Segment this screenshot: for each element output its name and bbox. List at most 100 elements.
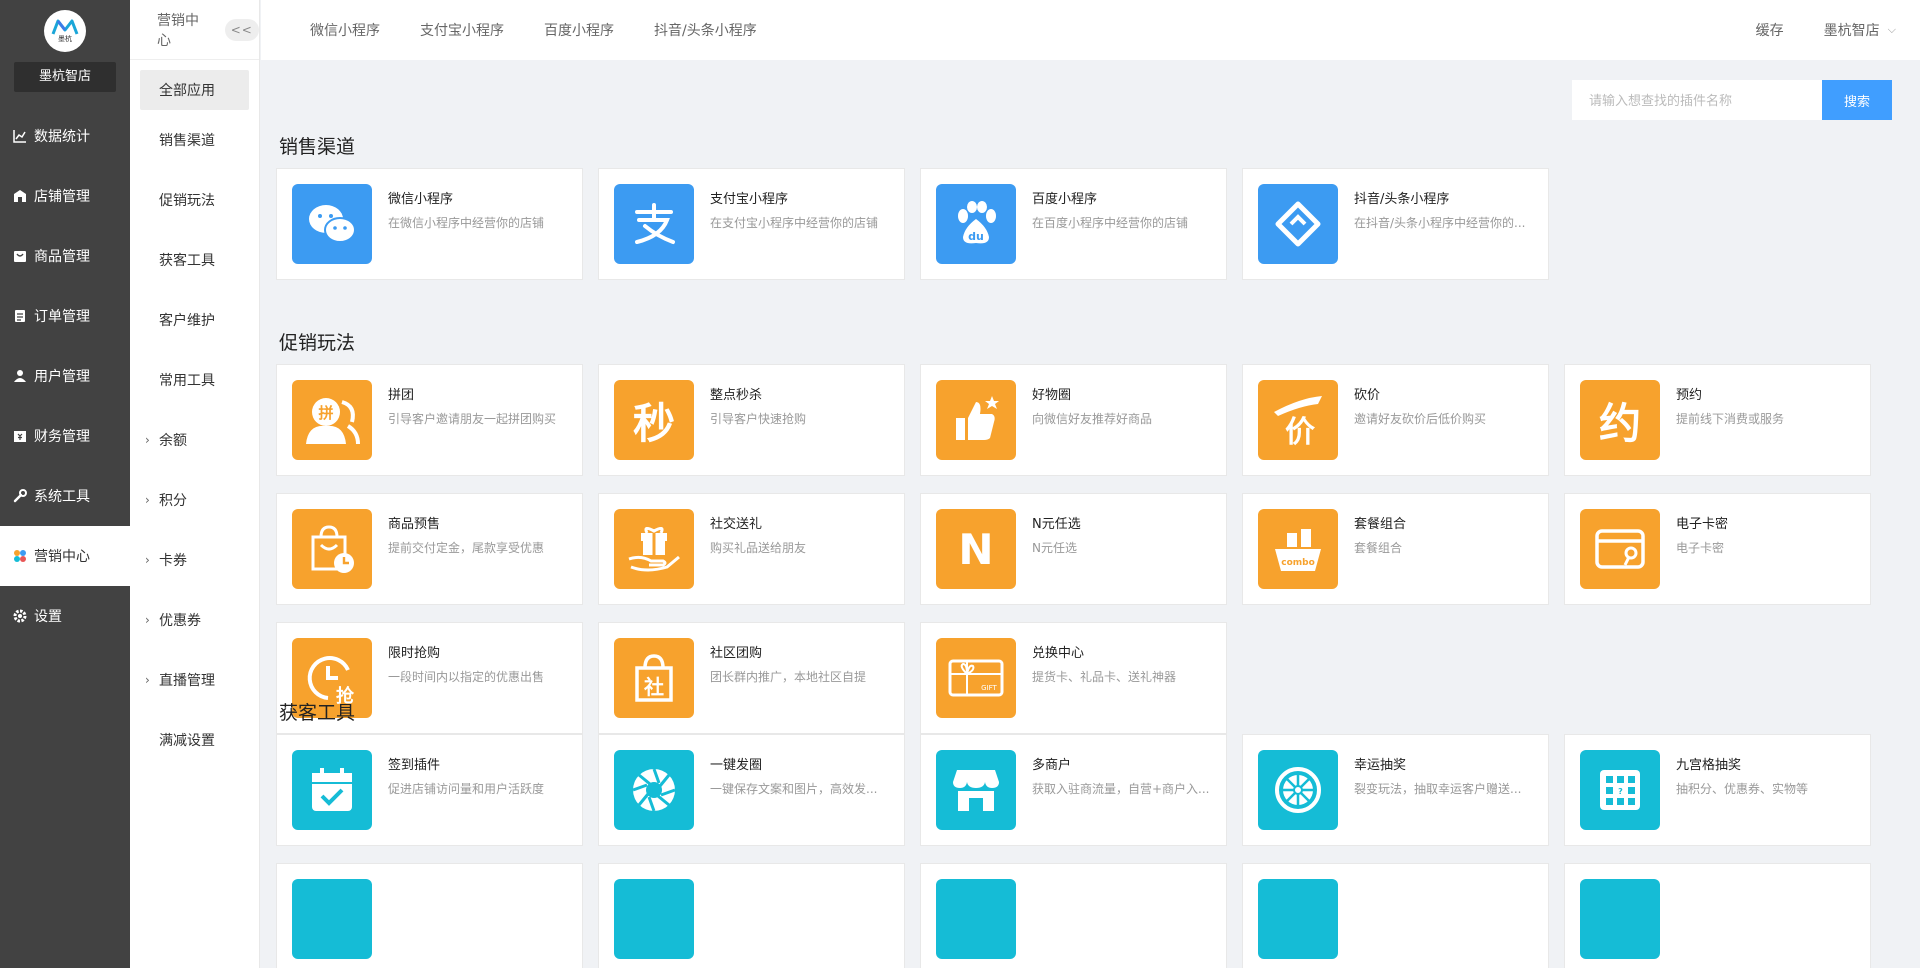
plugin-card-good-circle[interactable]: 好物圈向微信好友推荐好商品: [920, 364, 1227, 476]
chevron-right-icon: ›: [145, 553, 150, 567]
plugin-card-group-buy[interactable]: 拼 拼团 引导客户邀请朋友一起拼团购买: [276, 364, 583, 476]
plugin-card-combo[interactable]: combo 套餐组合 套餐组合: [1242, 493, 1549, 605]
svg-text:社: 社: [643, 675, 664, 699]
subnav-item-all-apps[interactable]: 全部应用: [140, 70, 249, 110]
acquire-grid: 签到插件 促进店铺访问量和用户活跃度 一键发圈 一键保存文案和图片，高效发... 多…: [276, 734, 1871, 968]
main-sidebar: 墨杭 墨杭智店 数据统计 店铺管理 商品管理 订单管理 用户管理 财务管理 系统…: [0, 0, 130, 968]
promo-grid: 拼 拼团 引导客户邀请朋友一起拼团购买 秒 整点秒杀 引导客户快速抢购 好物圈向微信…: [276, 364, 1871, 734]
flash-sale-icon: 秒: [614, 380, 694, 460]
plugin-card-partial[interactable]: [276, 863, 583, 968]
subnav-item-live[interactable]: › 直播管理: [130, 650, 259, 710]
cache-button[interactable]: 缓存: [1756, 20, 1784, 40]
menu-item-shop[interactable]: 店铺管理: [0, 166, 130, 226]
plugin-card-flash-sale[interactable]: 秒 整点秒杀 引导客户快速抢购: [598, 364, 905, 476]
plugin-card-reservation[interactable]: 约 预约 提前线下消费或服务: [1564, 364, 1871, 476]
plugin-card-partial[interactable]: [1564, 863, 1871, 968]
plugin-card-community-buy[interactable]: 社 社区团购 团长群内推广，本地社区自提: [598, 622, 905, 734]
card-desc: 在微信小程序中经营你的店铺: [388, 216, 545, 230]
chevron-down-icon[interactable]: ⌵: [1888, 23, 1896, 37]
card-desc: 提前交付定金，尾款享受优惠: [388, 541, 545, 555]
plugin-card-n-choice[interactable]: N N元任选 N元任选: [920, 493, 1227, 605]
card-desc: 邀请好友砍价后低价购买: [1354, 412, 1487, 426]
plugin-card-wechat[interactable]: 微信小程序 在微信小程序中经营你的店铺: [276, 168, 583, 280]
plugin-card-douyin[interactable]: 抖音/头条小程序 在抖音/头条小程序中经营你的...: [1242, 168, 1549, 280]
logo-text: 墨杭: [58, 35, 72, 43]
menu-label: 系统工具: [34, 489, 90, 505]
menu-label: 店铺管理: [34, 189, 90, 205]
sub-navigation: 营销中心 << 全部应用 销售渠道 促销玩法 获客工具 客户维护 常用工具 › 余…: [130, 0, 260, 968]
card-name: 幸运抽奖: [1354, 758, 1407, 773]
card-name: N元任选: [1032, 517, 1081, 532]
menu-item-marketing[interactable]: 营销中心: [0, 526, 130, 586]
menu-item-orders[interactable]: 订单管理: [0, 286, 130, 346]
subnav-item-cards[interactable]: › 卡券: [130, 530, 259, 590]
plugin-card-partial[interactable]: [598, 863, 905, 968]
search-input[interactable]: [1572, 80, 1822, 120]
card-desc: 促进店铺访问量和用户活跃度: [388, 782, 545, 796]
menu-item-settings[interactable]: 设置: [0, 586, 130, 646]
main-content: 搜索 销售渠道 微信小程序在微信小程序中经营你的店铺 支付宝小程序在支付宝小程序…: [261, 60, 1920, 968]
subnav-item-promotion[interactable]: 促销玩法: [130, 170, 259, 230]
plugin-card-baidu[interactable]: du 百度小程序 在百度小程序中经营你的店铺: [920, 168, 1227, 280]
search-button[interactable]: 搜索: [1822, 80, 1892, 120]
card-desc: 向微信好友推荐好商品: [1032, 412, 1153, 426]
logo[interactable]: 墨杭: [44, 10, 86, 52]
card-name: 一键发圈: [710, 758, 763, 773]
plugin-card-alipay[interactable]: 支付宝小程序 在支付宝小程序中经营你的店铺: [598, 168, 905, 280]
plugin-card-lucky-draw[interactable]: 幸运抽奖 裂变玩法，抽取幸运客户赠送...: [1242, 734, 1549, 846]
plugin-card-multi-merchant[interactable]: 多商户 获取入驻商流量，自营+商户入...: [920, 734, 1227, 846]
menu-item-tools[interactable]: 系统工具: [0, 466, 130, 526]
plugin-card-partial[interactable]: [920, 863, 1227, 968]
plugin-card-presale[interactable]: 商品预售 提前交付定金，尾款享受优惠: [276, 493, 583, 605]
card-name: 九宫格抽奖: [1676, 758, 1742, 773]
channels-grid: 微信小程序 在微信小程序中经营你的店铺 支付宝小程序 在支付宝小程序中经营你的店铺 …: [276, 168, 1871, 280]
subnav-title: 营销中心: [157, 12, 199, 49]
plugin-icon: [292, 879, 372, 959]
plugin-card-grid-lottery[interactable]: ? 九宫格抽奖 抽积分、优惠券、实物等: [1564, 734, 1871, 846]
svg-text:GIFT: GIFT: [981, 684, 997, 692]
svg-text:du: du: [968, 230, 984, 243]
user-icon: [12, 368, 28, 384]
plugin-card-checkin[interactable]: 签到插件 促进店铺访问量和用户活跃度: [276, 734, 583, 846]
plugin-card-partial[interactable]: [1242, 863, 1549, 968]
subnav-item-balance[interactable]: › 余额: [130, 410, 259, 470]
thumbs-up-icon: [936, 380, 1016, 460]
tab-baidu[interactable]: 百度小程序: [544, 20, 614, 40]
section-title-promo: 促销玩法: [279, 332, 356, 354]
gift-card-icon: GIFT: [936, 638, 1016, 718]
gear-icon: [12, 608, 28, 624]
card-name: 社交送礼: [710, 517, 763, 532]
subnav-item-common-tools[interactable]: 常用工具: [130, 350, 259, 410]
menu-item-users[interactable]: 用户管理: [0, 346, 130, 406]
menu-item-goods[interactable]: 商品管理: [0, 226, 130, 286]
card-name: 电子卡密: [1676, 517, 1729, 532]
plugin-card-ecard[interactable]: 电子卡密 电子卡密: [1564, 493, 1871, 605]
wrench-icon: [12, 488, 28, 504]
plugin-icon: [1580, 879, 1660, 959]
shop-name[interactable]: 墨杭智店: [14, 62, 116, 92]
card-name: 社区团购: [710, 646, 763, 661]
subnav-item-full-reduction[interactable]: 满减设置: [130, 710, 259, 770]
subnav-item-customer-care[interactable]: 客户维护: [130, 290, 259, 350]
plugin-icon: [936, 879, 1016, 959]
chevron-right-icon: ›: [145, 493, 150, 507]
tab-alipay[interactable]: 支付宝小程序: [420, 20, 504, 40]
collapse-button[interactable]: <<: [224, 18, 259, 41]
community-bag-icon: 社: [614, 638, 694, 718]
tab-douyin[interactable]: 抖音/头条小程序: [654, 20, 757, 40]
plugin-card-one-key-share[interactable]: 一键发圈 一键保存文案和图片，高效发...: [598, 734, 905, 846]
menu-item-finance[interactable]: 财务管理: [0, 406, 130, 466]
subnav-item-acquisition[interactable]: 获客工具: [130, 230, 259, 290]
subnav-item-sales-channel[interactable]: 销售渠道: [130, 110, 259, 170]
subnav-item-points[interactable]: › 积分: [130, 470, 259, 530]
tab-wechat[interactable]: 微信小程序: [310, 20, 380, 40]
plugin-search: 搜索: [1572, 80, 1892, 120]
menu-item-stats[interactable]: 数据统计: [0, 106, 130, 166]
card-name: 限时抢购: [388, 646, 441, 661]
plugin-card-social-gift[interactable]: 社交送礼 购买礼品送给朋友: [598, 493, 905, 605]
card-name: 好物圈: [1032, 388, 1072, 403]
plugin-card-exchange[interactable]: GIFT 兑换中心 提货卡、礼品卡、送礼神器: [920, 622, 1227, 734]
plugin-card-bargain[interactable]: 价 砍价 邀请好友砍价后低价购买: [1242, 364, 1549, 476]
subnav-item-coupons[interactable]: › 优惠券: [130, 590, 259, 650]
user-menu[interactable]: 墨杭智店: [1824, 20, 1880, 40]
